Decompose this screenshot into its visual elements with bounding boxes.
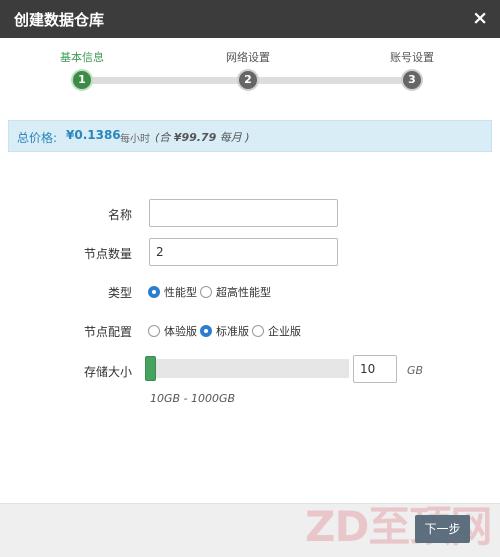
price-monthly-amount: ¥99.79: [173, 131, 217, 144]
radio-unchecked-icon: [200, 286, 212, 298]
step-1-circle[interactable]: 1: [71, 69, 93, 91]
step-label-account: 账号设置: [390, 51, 434, 64]
storage-unit: GB: [407, 364, 424, 377]
wizard-stepper: 基本信息 1 网络设置 2 账号设置 3: [0, 38, 500, 108]
storage-slider-track[interactable]: [147, 359, 349, 378]
name-input[interactable]: [149, 199, 338, 227]
storage-label: 存储大小: [83, 365, 132, 379]
price-monthly: (合 ¥99.79 每月 ): [155, 131, 250, 144]
next-button[interactable]: 下一步: [415, 515, 470, 543]
storage-slider-handle[interactable]: [145, 356, 156, 381]
radio-checked-icon: [200, 325, 212, 337]
config-radio-enterprise[interactable]: 企业版: [252, 323, 301, 339]
close-icon[interactable]: ×: [472, 7, 488, 29]
radio-unchecked-icon: [148, 325, 160, 337]
step-2-circle[interactable]: 2: [237, 69, 259, 91]
dialog-titlebar: 创建数据仓库 ×: [0, 0, 500, 38]
storage-size-input[interactable]: [353, 355, 397, 383]
config-radio-trial[interactable]: 体验版: [148, 323, 197, 339]
step-3-circle[interactable]: 3: [401, 69, 423, 91]
price-hourly-unit: 每小时: [120, 134, 150, 145]
type-radio-ultra-performance[interactable]: 超高性能型: [200, 284, 271, 300]
type-label: 类型: [107, 286, 132, 300]
price-summary: 总价格: ¥0.1386 每小时 (合 ¥99.79 每月 ): [8, 120, 492, 152]
node-config-label: 节点配置: [83, 325, 132, 339]
dialog-title: 创建数据仓库: [14, 11, 105, 29]
storage-range-hint: 10GB - 1000GB: [150, 392, 236, 405]
type-radio-performance[interactable]: 性能型: [148, 284, 197, 300]
step-label-basic-info: 基本信息: [60, 51, 104, 64]
node-count-input[interactable]: [149, 238, 338, 266]
config-radio-standard[interactable]: 标准版: [200, 323, 249, 339]
node-count-label: 节点数量: [83, 247, 132, 261]
price-label: 总价格:: [17, 131, 58, 145]
name-label: 名称: [107, 208, 132, 222]
radio-checked-icon: [148, 286, 160, 298]
step-label-network: 网络设置: [226, 51, 270, 64]
price-hourly-amount: ¥0.1386: [66, 128, 121, 142]
radio-unchecked-icon: [252, 325, 264, 337]
